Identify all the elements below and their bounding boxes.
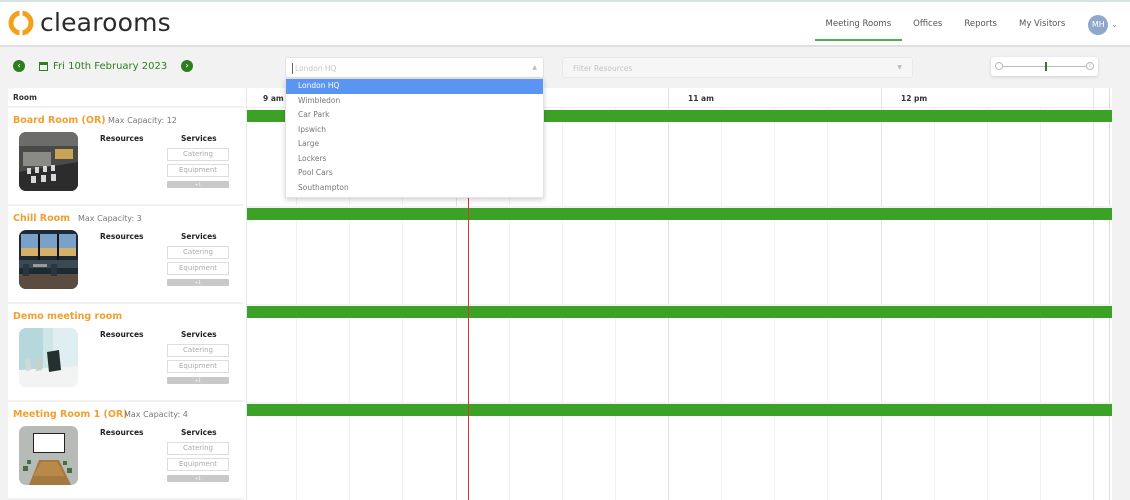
room-name[interactable]: Chill Room	[13, 213, 70, 224]
service-button-catering[interactable]: Catering	[167, 148, 229, 161]
filter-resources-placeholder: Filter Resources	[573, 64, 633, 73]
room-row: Board Room (OR) Max Capacity: 12 Resourc…	[8, 108, 244, 206]
room-image-chillroom[interactable]	[19, 230, 78, 289]
resources-label: Resources	[100, 232, 144, 241]
more-services-button[interactable]: +1	[167, 181, 229, 188]
row-separator	[247, 304, 1112, 306]
row-separator	[247, 206, 1112, 208]
room-capacity: Max Capacity: 4	[124, 410, 188, 419]
room-availability-bar[interactable]	[247, 208, 1112, 220]
location-option[interactable]: Car Park	[286, 108, 543, 123]
nav-meeting-rooms[interactable]: Meeting Rooms	[814, 2, 903, 47]
service-button-catering[interactable]: Catering	[167, 246, 229, 259]
room-capacity: Max Capacity: 3	[78, 214, 142, 223]
current-time-indicator	[467, 198, 469, 500]
previous-day-button[interactable]: ‹	[13, 60, 25, 72]
services-label: Services	[181, 330, 217, 339]
hour-gridline	[668, 88, 669, 500]
resources-label: Resources	[100, 330, 144, 339]
service-button-equipment[interactable]: Equipment	[167, 360, 229, 373]
location-option[interactable]: Lockers	[286, 152, 543, 167]
nav-offices[interactable]: Offices	[902, 2, 953, 47]
location-dropdown-menu: London HQ Wimbledon Car Park Ipswich Large Lo…	[285, 78, 544, 198]
zoom-in-icon[interactable]: i	[1086, 62, 1094, 70]
room-column: Room Board Room (OR) Max Capacity: 12 Re…	[8, 88, 244, 500]
nav-reports[interactable]: Reports	[953, 2, 1008, 47]
zoom-slider[interactable]: i	[991, 57, 1098, 76]
room-name[interactable]: Board Room (OR)	[13, 115, 106, 126]
more-services-button[interactable]: +1	[167, 279, 229, 286]
room-row: Meeting Room 1 (OR) Max Capacity: 4 Reso…	[8, 402, 244, 500]
room-availability-bar[interactable]	[247, 404, 1112, 416]
hour-gridline	[1093, 88, 1094, 500]
more-services-button[interactable]: +1	[167, 475, 229, 482]
chevron-down-icon: ▼	[897, 64, 902, 71]
row-separator	[247, 402, 1112, 404]
zoom-slider-thumb[interactable]	[1044, 62, 1047, 71]
next-day-button[interactable]: ›	[181, 60, 194, 72]
room-name[interactable]: Demo meeting room	[13, 311, 122, 322]
resources-label: Resources	[100, 134, 144, 143]
service-button-equipment[interactable]: Equipment	[167, 164, 229, 177]
location-option[interactable]: Southampton	[286, 181, 543, 196]
scheduler-panel: Room Board Room (OR) Max Capacity: 12 Re…	[8, 88, 1112, 500]
location-option[interactable]: Pool Cars	[286, 166, 543, 181]
timeline-right-edge	[1109, 88, 1110, 500]
location-option[interactable]: Wimbledon	[286, 94, 543, 109]
room-image-meetingroom1[interactable]	[19, 426, 78, 485]
room-row: Chill Room Max Capacity: 3 Resources Ser…	[8, 206, 244, 304]
time-label-12pm: 12 pm	[901, 94, 928, 103]
location-option[interactable]: London HQ	[286, 79, 543, 94]
more-services-button[interactable]: +1	[167, 377, 229, 384]
date-navigator: ‹ Fri 10th February 2023 ›	[13, 60, 194, 72]
app-header: clearooms Meeting Rooms Offices Reports …	[0, 2, 1130, 47]
services-label: Services	[181, 232, 217, 241]
services-label: Services	[181, 134, 217, 143]
room-capacity: Max Capacity: 12	[108, 116, 177, 125]
service-button-catering[interactable]: Catering	[167, 442, 229, 455]
resources-label: Resources	[100, 428, 144, 437]
hour-gridline	[880, 88, 882, 500]
zoom-out-icon[interactable]	[995, 62, 1003, 70]
time-label-9am: 9 am	[263, 94, 284, 103]
room-image-demoroom[interactable]	[19, 328, 78, 387]
filter-resources-select[interactable]: Filter Resources ▼	[562, 57, 913, 78]
time-label-11am: 11 am	[688, 94, 714, 103]
main-nav: Meeting Rooms Offices Reports My Visitor…	[814, 2, 1130, 47]
room-availability-bar[interactable]	[247, 306, 1112, 318]
location-option[interactable]: Large	[286, 137, 543, 152]
service-button-equipment[interactable]: Equipment	[167, 262, 229, 275]
logo[interactable]: clearooms	[8, 10, 171, 36]
date-text: Fri 10th February 2023	[53, 60, 168, 72]
services-label: Services	[181, 428, 217, 437]
location-select-placeholder: London HQ	[292, 63, 336, 74]
service-button-catering[interactable]: Catering	[167, 344, 229, 357]
nav-my-visitors[interactable]: My Visitors	[1008, 2, 1076, 47]
chevron-right-icon: ›	[185, 61, 189, 70]
room-row: Demo meeting room Resources Services Cat…	[8, 304, 244, 402]
room-column-header: Room	[8, 88, 244, 108]
clearooms-logo-icon	[8, 10, 34, 36]
location-option[interactable]: Ipswich	[286, 123, 543, 138]
room-name[interactable]: Meeting Room 1 (OR)	[13, 409, 128, 420]
service-button-equipment[interactable]: Equipment	[167, 458, 229, 471]
location-select[interactable]: London HQ ▲	[285, 57, 544, 78]
chevron-up-icon: ▲	[532, 64, 537, 71]
room-image-boardroom[interactable]	[19, 132, 78, 191]
current-date[interactable]: Fri 10th February 2023	[39, 61, 167, 72]
user-avatar[interactable]: MH	[1088, 14, 1109, 35]
calendar-icon	[39, 61, 48, 71]
chevron-down-icon[interactable]: ⌄	[1111, 20, 1118, 29]
chevron-left-icon: ‹	[17, 61, 21, 70]
app-name: clearooms	[40, 8, 171, 37]
